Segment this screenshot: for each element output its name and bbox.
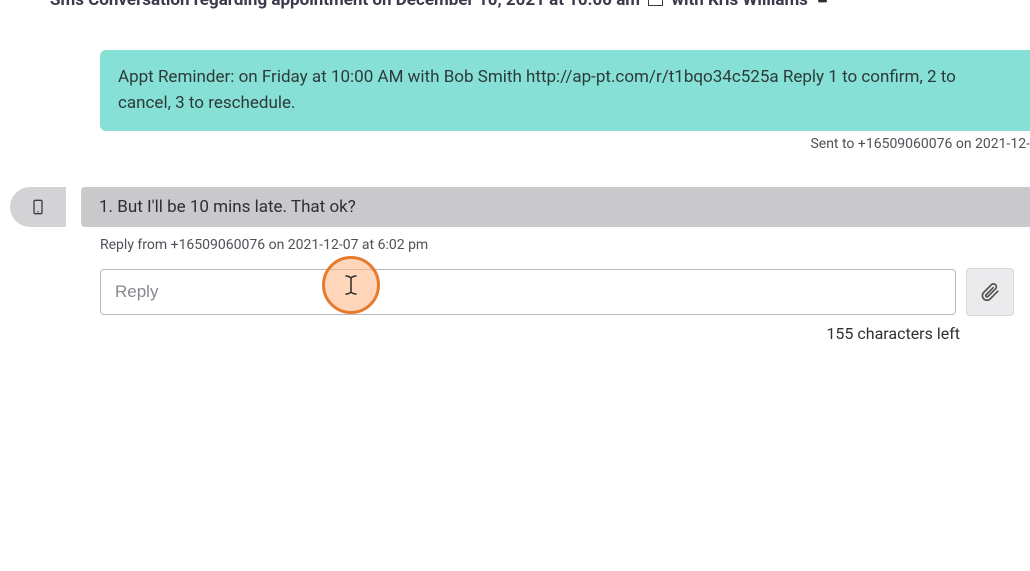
phone-icon [30,196,46,218]
header-title-text: Sms Conversation regarding appointment o… [50,0,640,10]
paperclip-icon [980,282,1000,302]
incoming-phone-badge [10,187,66,227]
reply-input[interactable] [100,269,956,315]
characters-left-label: 155 characters left [100,324,1030,343]
outgoing-message-meta: Sent to +16509060076 on 2021-12- [100,136,1030,152]
conversation-header: Sms Conversation regarding appointment o… [0,0,1030,10]
outgoing-message-text: Appt Reminder: on Friday at 10:00 AM wit… [118,67,956,113]
header-tail-text: with Kris Williams [672,0,808,10]
attachment-button[interactable] [966,268,1014,316]
incoming-message-meta: Reply from +16509060076 on 2021-12-07 at… [100,237,1030,253]
checkbox-icon[interactable] [648,0,663,6]
lock-icon [816,0,829,9]
incoming-message-text: 1. But I'll be 10 mins late. That ok? [99,197,356,217]
incoming-message-bubble: 1. But I'll be 10 mins late. That ok? [81,187,1030,227]
outgoing-message-bubble: Appt Reminder: on Friday at 10:00 AM wit… [100,50,1030,131]
